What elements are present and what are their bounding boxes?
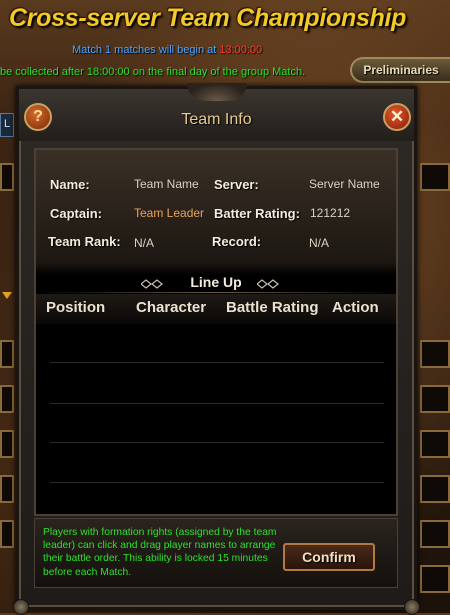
page-title: Cross-server Team Championship (9, 4, 407, 32)
captain-label: Captain: (50, 206, 102, 221)
table-row[interactable] (50, 442, 384, 443)
batter-rating-value: 121212 (310, 206, 351, 220)
batter-rating-label: Batter Rating: (214, 206, 300, 221)
side-slot[interactable] (0, 340, 14, 368)
collect-notice: be collected after 18:00:00 on the final… (0, 66, 306, 78)
server-value: Server Name (309, 177, 380, 191)
footer-panel: Players with formation rights (assigned … (34, 518, 398, 588)
side-slot[interactable] (420, 430, 450, 458)
side-slot[interactable] (420, 340, 450, 368)
dialog-header: Team Info ? ✕ (19, 83, 414, 141)
column-header-character: Character (136, 299, 207, 316)
dropdown-arrow-icon[interactable] (2, 292, 12, 299)
record-value: N/A (309, 236, 330, 250)
table-row[interactable] (50, 403, 384, 404)
dialog-title: Team Info (181, 111, 252, 128)
match-prefix: Match 1 matches will begin at (72, 44, 220, 56)
side-slot[interactable] (420, 385, 450, 413)
team-info-panel: Name: Team Name Server: Server Name Capt… (34, 148, 398, 516)
side-slot[interactable] (0, 163, 14, 191)
header-ornament-icon (186, 83, 247, 101)
column-header-position: Position (46, 299, 106, 316)
side-slot[interactable] (420, 475, 450, 503)
server-label: Server: (214, 177, 259, 192)
captain-value[interactable]: Team Leader (134, 206, 204, 220)
side-slot[interactable] (420, 163, 450, 191)
side-slot[interactable] (420, 520, 450, 548)
team-rank-label: Team Rank: (48, 234, 121, 249)
match-time: 13:00:00 (219, 44, 263, 56)
side-slot[interactable] (0, 475, 14, 503)
name-label: Name: (50, 177, 90, 192)
team-info-dialog: Team Info ? ✕ Name: Team Name Server: Se… (13, 83, 420, 615)
team-name-value: Team Name (134, 177, 199, 191)
help-icon[interactable]: ? (24, 103, 52, 131)
table-row[interactable] (50, 362, 384, 363)
lineup-title: Line Up (190, 274, 242, 290)
close-icon[interactable]: ✕ (383, 103, 411, 131)
record-label: Record: (212, 234, 262, 249)
side-slot[interactable] (0, 520, 14, 548)
team-rank-value: N/A (134, 236, 155, 250)
left-tab[interactable]: L (0, 113, 14, 137)
table-row[interactable] (50, 482, 384, 483)
side-slot[interactable] (420, 565, 450, 593)
ornament-right-icon (257, 279, 279, 289)
match-schedule-text: Match 1 matches will begin at 13:00:00 (72, 44, 262, 56)
confirm-button[interactable]: Confirm (283, 543, 375, 571)
side-slot[interactable] (0, 430, 14, 458)
divider (40, 292, 392, 293)
column-header-battle-rating: Battle Rating (226, 299, 319, 316)
column-header-action: Action (332, 299, 379, 316)
preliminaries-button[interactable]: Preliminaries (350, 57, 450, 83)
side-slot[interactable] (0, 385, 14, 413)
formation-rights-notice: Players with formation rights (assigned … (43, 527, 277, 578)
